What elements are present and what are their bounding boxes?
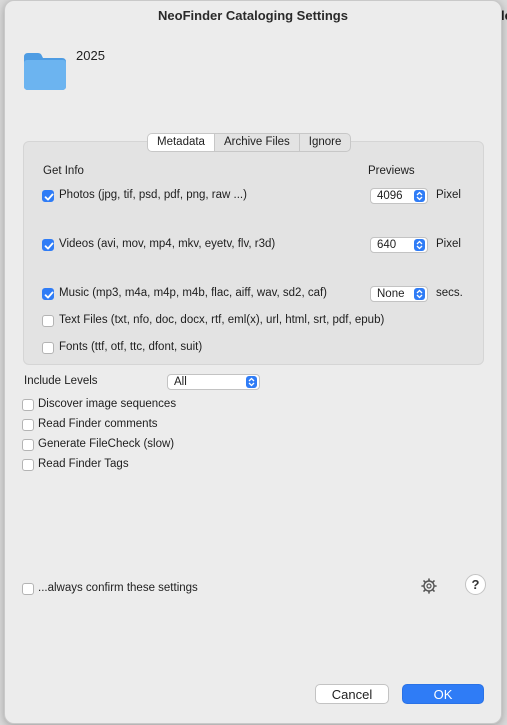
read-finder-tags-checkbox[interactable] <box>22 459 34 471</box>
tab-metadata[interactable]: Metadata <box>148 134 215 151</box>
always-confirm-checkbox[interactable] <box>22 583 34 595</box>
photos-preview-value: 4096 <box>377 190 403 202</box>
read-finder-comments-checkbox[interactable] <box>22 419 34 431</box>
tab-bar: Metadata Archive Files Ignore <box>147 133 352 152</box>
folder-icon <box>24 53 66 90</box>
get-info-header: Get Info <box>43 165 84 177</box>
photos-unit: Pixel <box>436 189 461 201</box>
tab-archive-files[interactable]: Archive Files <box>215 134 300 151</box>
generate-filecheck-label: Generate FileCheck (slow) <box>38 438 175 450</box>
photos-label: Photos (jpg, tif, psd, pdf, png, raw ...… <box>59 189 247 201</box>
music-preview-popup[interactable]: None <box>370 286 428 302</box>
include-levels-value: All <box>174 376 187 388</box>
checkmark-icon <box>44 193 54 201</box>
discover-image-sequences-checkbox[interactable] <box>22 399 34 411</box>
text-files-checkbox[interactable] <box>42 315 54 327</box>
chevron-updown-icon <box>414 190 425 202</box>
music-label: Music (mp3, m4a, m4p, m4b, flac, aiff, w… <box>59 287 327 299</box>
fonts-label: Fonts (ttf, otf, ttc, dfont, suit) <box>59 341 203 353</box>
settings-dialog: NeoFinder Cataloging Settings 2025 Metad… <box>4 0 502 724</box>
discover-image-sequences-label: Discover image sequences <box>38 398 177 410</box>
folder-name: 2025 <box>76 48 105 63</box>
videos-checkbox[interactable] <box>42 239 54 251</box>
include-levels-label: Include Levels <box>24 375 98 387</box>
read-finder-tags-label: Read Finder Tags <box>38 458 129 470</box>
photos-preview-popup[interactable]: 4096 <box>370 188 428 204</box>
include-levels-popup[interactable]: All <box>167 374 260 390</box>
generate-filecheck-checkbox[interactable] <box>22 439 34 451</box>
chevron-updown-icon <box>414 239 425 251</box>
chevron-updown-icon <box>414 288 425 300</box>
music-preview-value: None <box>377 288 405 300</box>
cancel-button[interactable]: Cancel <box>315 684 389 704</box>
videos-label: Videos (avi, mov, mp4, mkv, eyetv, flv, … <box>59 238 276 250</box>
dialog-title: NeoFinder Cataloging Settings <box>158 8 348 23</box>
chevron-updown-icon <box>246 376 257 388</box>
music-unit: secs. <box>436 287 463 299</box>
checkmark-icon <box>44 242 54 250</box>
metadata-panel: Get Info Previews Photos (jpg, tif, psd,… <box>23 141 484 365</box>
tab-ignore[interactable]: Ignore <box>300 134 351 151</box>
videos-unit: Pixel <box>436 238 461 250</box>
read-finder-comments-label: Read Finder comments <box>38 418 158 430</box>
help-button[interactable]: ? <box>465 574 486 595</box>
photos-checkbox[interactable] <box>42 190 54 202</box>
music-checkbox[interactable] <box>42 288 54 300</box>
fonts-checkbox[interactable] <box>42 342 54 354</box>
videos-preview-value: 640 <box>377 239 397 251</box>
text-files-label: Text Files (txt, nfo, doc, docx, rtf, em… <box>59 314 385 326</box>
checkmark-icon <box>44 291 54 299</box>
gear-icon[interactable] <box>421 578 437 594</box>
previews-header: Previews <box>368 165 415 177</box>
ok-button[interactable]: OK <box>402 684 484 704</box>
always-confirm-label: ...always confirm these settings <box>38 582 198 594</box>
videos-preview-popup[interactable]: 640 <box>370 237 428 253</box>
background-window-edge <box>0 38 3 60</box>
